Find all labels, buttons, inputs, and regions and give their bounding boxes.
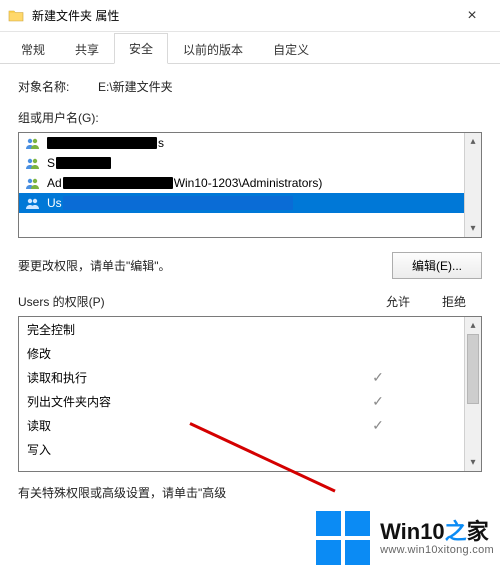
permission-row: 列出文件夹内容	[19, 389, 464, 413]
edit-row: 要更改权限，请单击"编辑"。 编辑(E)...	[18, 252, 482, 279]
groups-listbox[interactable]: s S	[18, 132, 482, 238]
permissions-header: Users 的权限(P) 允许 拒绝	[18, 293, 482, 310]
permission-allow-check-icon	[352, 417, 404, 434]
content: 对象名称: E:\新建文件夹 组或用户名(G): s	[0, 64, 500, 501]
tab-customize[interactable]: 自定义	[258, 34, 324, 64]
group-text: Ad	[47, 176, 62, 190]
permission-row: 读取和执行	[19, 365, 464, 389]
group-item[interactable]: s	[19, 133, 464, 153]
scroll-up-icon[interactable]: ▴	[465, 317, 481, 334]
permissions-title: Users 的权限(P)	[18, 293, 370, 310]
titlebar: 新建文件夹 属性 ×	[0, 0, 500, 32]
tab-security[interactable]: 安全	[114, 33, 168, 64]
scroll-down-icon[interactable]: ▾	[465, 454, 481, 471]
permissions-listbox[interactable]: 完全控制 修改 读取和执行 列出文件夹内容 读取	[18, 316, 482, 472]
scroll-down-icon[interactable]: ▾	[465, 220, 481, 237]
group-text: s	[158, 136, 164, 150]
watermark-url: www.win10xitong.com	[380, 544, 494, 556]
tabs: 常规 共享 安全 以前的版本 自定义	[0, 32, 500, 64]
permission-row: 写入	[19, 437, 464, 461]
windows-logo-icon	[316, 511, 370, 565]
group-icon	[25, 177, 41, 189]
groups-label: 组或用户名(G):	[18, 109, 482, 126]
redacted-selected	[63, 196, 293, 210]
permission-name: 列出文件夹内容	[27, 393, 352, 410]
scrollbar[interactable]: ▴ ▾	[464, 133, 481, 237]
redacted-text	[63, 177, 173, 189]
group-text: S	[47, 156, 55, 170]
object-name-label: 对象名称:	[18, 78, 98, 95]
window-title: 新建文件夹 属性	[32, 7, 452, 24]
tab-previous-versions[interactable]: 以前的版本	[168, 34, 258, 64]
permission-name: 修改	[27, 345, 352, 362]
folder-icon	[8, 8, 24, 24]
permission-row: 读取	[19, 413, 464, 437]
group-item-selected[interactable]: Us	[19, 193, 464, 213]
scroll-thumb[interactable]	[467, 334, 479, 404]
scroll-up-icon[interactable]: ▴	[465, 133, 481, 150]
permission-name: 读取	[27, 417, 352, 434]
tab-sharing[interactable]: 共享	[60, 34, 114, 64]
close-button[interactable]: ×	[452, 0, 492, 32]
group-item[interactable]: S	[19, 153, 464, 173]
edit-button[interactable]: 编辑(E)...	[392, 252, 482, 279]
group-item[interactable]: Ad Win10-1203\Administrators)	[19, 173, 464, 193]
permissions-allow-header: 允许	[370, 293, 426, 310]
group-text: Us	[47, 196, 62, 210]
object-name-row: 对象名称: E:\新建文件夹	[18, 78, 482, 95]
permission-allow-check-icon	[352, 369, 404, 386]
permission-row: 修改	[19, 341, 464, 365]
object-name-value: E:\新建文件夹	[98, 78, 482, 95]
edit-hint: 要更改权限，请单击"编辑"。	[18, 257, 392, 274]
watermark: Win10之家 www.win10xitong.com	[316, 511, 494, 565]
permissions-deny-header: 拒绝	[426, 293, 482, 310]
group-icon	[25, 137, 41, 149]
permission-name: 完全控制	[27, 321, 352, 338]
watermark-brand: Win10之家	[380, 520, 494, 544]
permission-name: 读取和执行	[27, 369, 352, 386]
redacted-text	[56, 157, 111, 169]
permission-row: 完全控制	[19, 317, 464, 341]
tab-general[interactable]: 常规	[6, 34, 60, 64]
group-text: Win10-1203\Administrators)	[174, 176, 323, 190]
advanced-hint: 有关特殊权限或高级设置，请单击"高级	[18, 484, 482, 501]
redacted-text	[47, 137, 157, 149]
group-icon	[25, 197, 41, 209]
permission-allow-check-icon	[352, 393, 404, 410]
group-icon	[25, 157, 41, 169]
permission-name: 写入	[27, 441, 352, 458]
scrollbar[interactable]: ▴ ▾	[464, 317, 481, 471]
